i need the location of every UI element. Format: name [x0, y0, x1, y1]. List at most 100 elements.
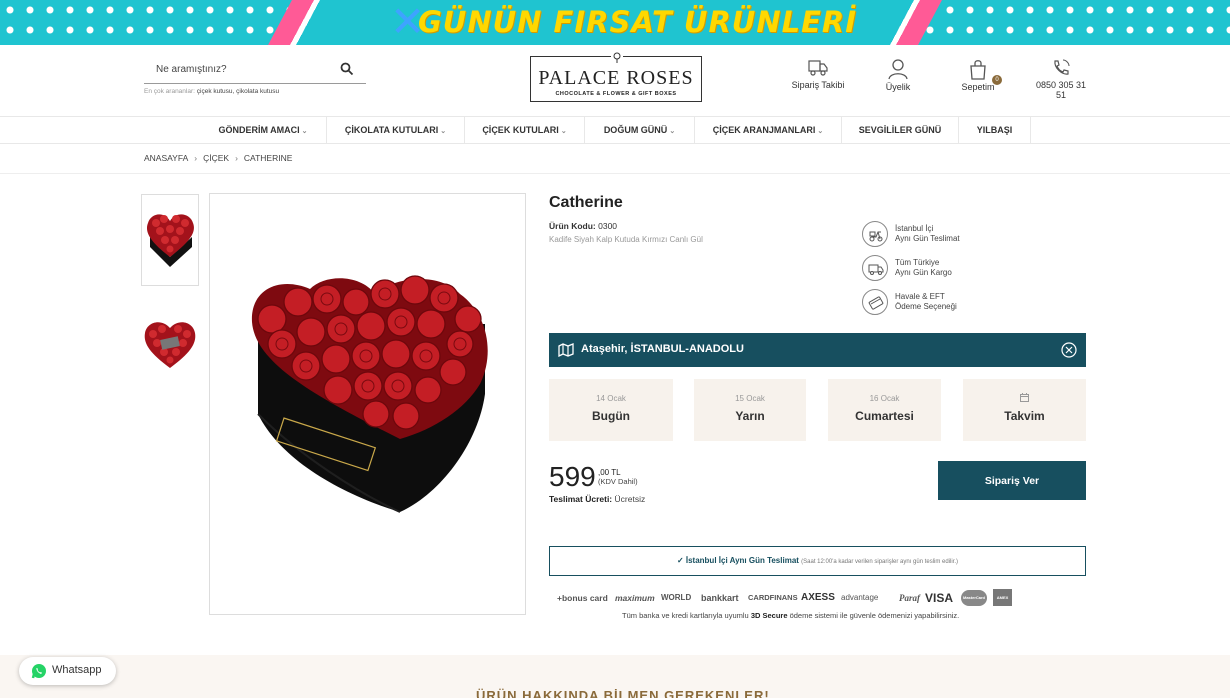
delivery-note-main: İstanbul İçi Aynı Gün Teslimat — [685, 556, 799, 565]
logo-tagline: CHOCOLATE & FLOWER & GIFT BOXES — [555, 91, 677, 97]
feature-text: Tüm Türkiye Aynı Gün Kargo — [895, 258, 952, 278]
nav-item-sevgililer-gunu[interactable]: SEVGİLİLER GÜNÜ — [842, 117, 959, 144]
shopping-bag-icon — [970, 60, 986, 80]
banner-title: GÜNÜN FIRSAT ÜRÜNLERİ — [418, 5, 858, 39]
check-icon: ✓ — [676, 556, 684, 565]
product-code: Ürün Kodu: 0300 — [549, 221, 617, 231]
feature-text: Havale & EFT Ödeme Seçeneği — [895, 292, 957, 312]
whatsapp-label: Whatsapp — [52, 664, 102, 676]
nav-label: GÖNDERİM AMACI — [218, 125, 300, 135]
product-thumbnail-1[interactable] — [141, 194, 199, 286]
nav-label: ÇİÇEK ARANJMANLARI — [712, 125, 816, 135]
nav-item-dogum-gunu[interactable]: DOĞUM GÜNÜ ⌄ — [585, 117, 695, 144]
secure-payment-note: Tüm banka ve kredi kartlarıyla uyumlu 3D… — [622, 611, 959, 620]
breadcrumb-category[interactable]: ÇİÇEK — [203, 153, 229, 163]
maximum-card-logo: maximum — [615, 593, 655, 603]
nav-item-cikolata-kutulari[interactable]: ÇİKOLATA KUTULARI ⌄ — [327, 117, 465, 144]
breadcrumb: ANASAYFA › ÇİÇEK › CATHERINE — [144, 153, 292, 163]
advantage-logo: advantage — [841, 593, 879, 602]
delivery-location-text: Ataşehir, İSTANBUL-ANADOLU — [581, 343, 744, 355]
product-info-section: ÜRÜN HAKKINDA BİLMEN GEREKENLER! — [0, 655, 1230, 698]
nav-label: SEVGİLİLER GÜNÜ — [858, 125, 942, 135]
chevron-down-icon: ⌄ — [669, 128, 676, 135]
delivery-truck-icon — [808, 60, 828, 76]
logo-name: PALACE ROSES — [538, 67, 694, 89]
phone-button[interactable]: 0850 305 31 51 — [1030, 58, 1092, 100]
secure-note-before: Tüm banka ve kredi kartlarıyla uyumlu — [622, 611, 751, 620]
search-input[interactable] — [144, 56, 334, 82]
delivery-day-label: Bugün — [592, 409, 630, 423]
delivery-day-calendar[interactable]: Takvim — [963, 379, 1086, 441]
nav-item-cicek-aranjmanlari[interactable]: ÇİÇEK ARANJMANLARI ⌄ — [695, 117, 842, 144]
close-icon[interactable] — [1061, 342, 1077, 358]
world-card-logo: WORLD — [661, 593, 692, 602]
header-actions: Sipariş Takibi Üyelik Sepetim 0 0850 305… — [780, 58, 1110, 100]
search-box — [144, 56, 366, 84]
cardfinans-logo: CARDFINANS — [748, 593, 798, 602]
scooter-icon — [869, 231, 883, 242]
membership-label: Üyelik — [885, 82, 911, 92]
feature-same-day-istanbul: İstanbul İçi Aynı Gün Teslimat — [862, 221, 1082, 249]
user-icon — [888, 59, 908, 80]
phone-icon — [1054, 59, 1070, 75]
delivery-location-bar[interactable]: Ataşehir, İSTANBUL-ANADOLU — [549, 333, 1086, 367]
popular-searches: En çok arananlar: çiçek kutusu, çikolata… — [144, 88, 366, 95]
whatsapp-icon — [31, 664, 46, 679]
search-area: En çok arananlar: çiçek kutusu, çikolata… — [144, 56, 366, 95]
chevron-down-icon: ⌄ — [560, 128, 567, 135]
feature-icon-circle — [862, 289, 888, 315]
delivery-date: 16 Ocak — [869, 394, 900, 403]
cart-button[interactable]: Sepetim 0 — [958, 58, 1002, 92]
nav-item-cicek-kutulari[interactable]: ÇİÇEK KUTULARI ⌄ — [465, 117, 585, 144]
nav-label: ÇİKOLATA KUTULARI — [344, 125, 439, 135]
delivery-day-saturday[interactable]: 16 Ocak Cumartesi — [828, 379, 941, 441]
feature-text: İstanbul İçi Aynı Gün Teslimat — [895, 224, 960, 244]
main-nav: GÖNDERİM AMACI ⌄ ÇİKOLATA KUTULARI ⌄ ÇİÇEK… — [0, 116, 1230, 144]
search-icon[interactable] — [340, 62, 354, 76]
heart-box-thumbnail-image — [146, 214, 194, 267]
chevron-down-icon: ⌄ — [817, 128, 824, 135]
delivery-date: 15 Ocak — [735, 394, 765, 403]
shipping-fee-label: Teslimat Ücreti: — [549, 494, 613, 504]
delivery-day-label: Takvim — [1004, 409, 1045, 423]
price-integer: 599 — [549, 461, 596, 492]
paraf-logo: Paraf — [899, 593, 920, 603]
feature-line1: İstanbul İçi — [895, 224, 934, 233]
product-thumbnail-2[interactable] — [141, 298, 199, 390]
delivery-day-label: Cumartesi — [855, 409, 914, 423]
site-logo[interactable]: PALACE ROSES CHOCOLATE & FLOWER & GIFT B… — [530, 50, 702, 102]
product-main-image[interactable] — [209, 193, 526, 615]
product-title: Catherine — [549, 194, 623, 211]
divider — [0, 173, 1230, 174]
nav-item-yilbasi[interactable]: YILBAŞI — [959, 117, 1031, 144]
feature-line1: Tüm Türkiye — [895, 258, 940, 267]
feature-line2: Ödeme Seçeneği — [895, 302, 957, 311]
breadcrumb-home[interactable]: ANASAYFA — [144, 153, 188, 163]
membership-button[interactable]: Üyelik — [880, 58, 916, 92]
secure-note-after: ödeme sistemi ile güvenle ödemenizi yapa… — [787, 611, 960, 620]
price-decimal: ,00 TL — [598, 468, 621, 477]
cart-count-badge: 0 — [992, 75, 1002, 85]
product-code-value: 0300 — [598, 221, 618, 231]
delivery-day-tomorrow[interactable]: 15 Ocak Yarın — [694, 379, 806, 441]
breadcrumb-separator: › — [194, 153, 198, 163]
popular-label: En çok arananlar: — [144, 88, 195, 95]
whatsapp-button[interactable]: Whatsapp — [19, 657, 116, 685]
payment-cards: +bonus card maximum WORLD bankkart CARDF… — [557, 589, 1017, 607]
chevron-down-icon: ⌄ — [440, 128, 447, 135]
breadcrumb-current: CATHERINE — [243, 153, 293, 163]
order-button[interactable]: Sipariş Ver — [938, 461, 1086, 500]
amex-logo: AMEX — [993, 589, 1012, 606]
delivery-day-today[interactable]: 14 Ocak Bugün — [549, 379, 673, 441]
promo-banner[interactable]: ✕ GÜNÜN FIRSAT ÜRÜNLERİ — [0, 0, 1230, 45]
feature-icon-circle — [862, 221, 888, 247]
delivery-date: 14 Ocak — [596, 394, 626, 403]
product-code-label: Ürün Kodu: — [549, 221, 596, 231]
truck-icon — [868, 264, 884, 275]
visa-logo: VISA — [925, 591, 954, 605]
order-tracking-button[interactable]: Sipariş Takibi — [790, 58, 846, 90]
product-description: Kadife Siyah Kalp Kutuda Kırmızı Canlı G… — [549, 235, 703, 244]
nav-item-gonderim-amaci[interactable]: GÖNDERİM AMACI ⌄ — [200, 117, 327, 144]
cart-label: Sepetim — [961, 82, 995, 92]
popular-links[interactable]: çiçek kutusu, çikolata kutusu — [197, 88, 279, 95]
